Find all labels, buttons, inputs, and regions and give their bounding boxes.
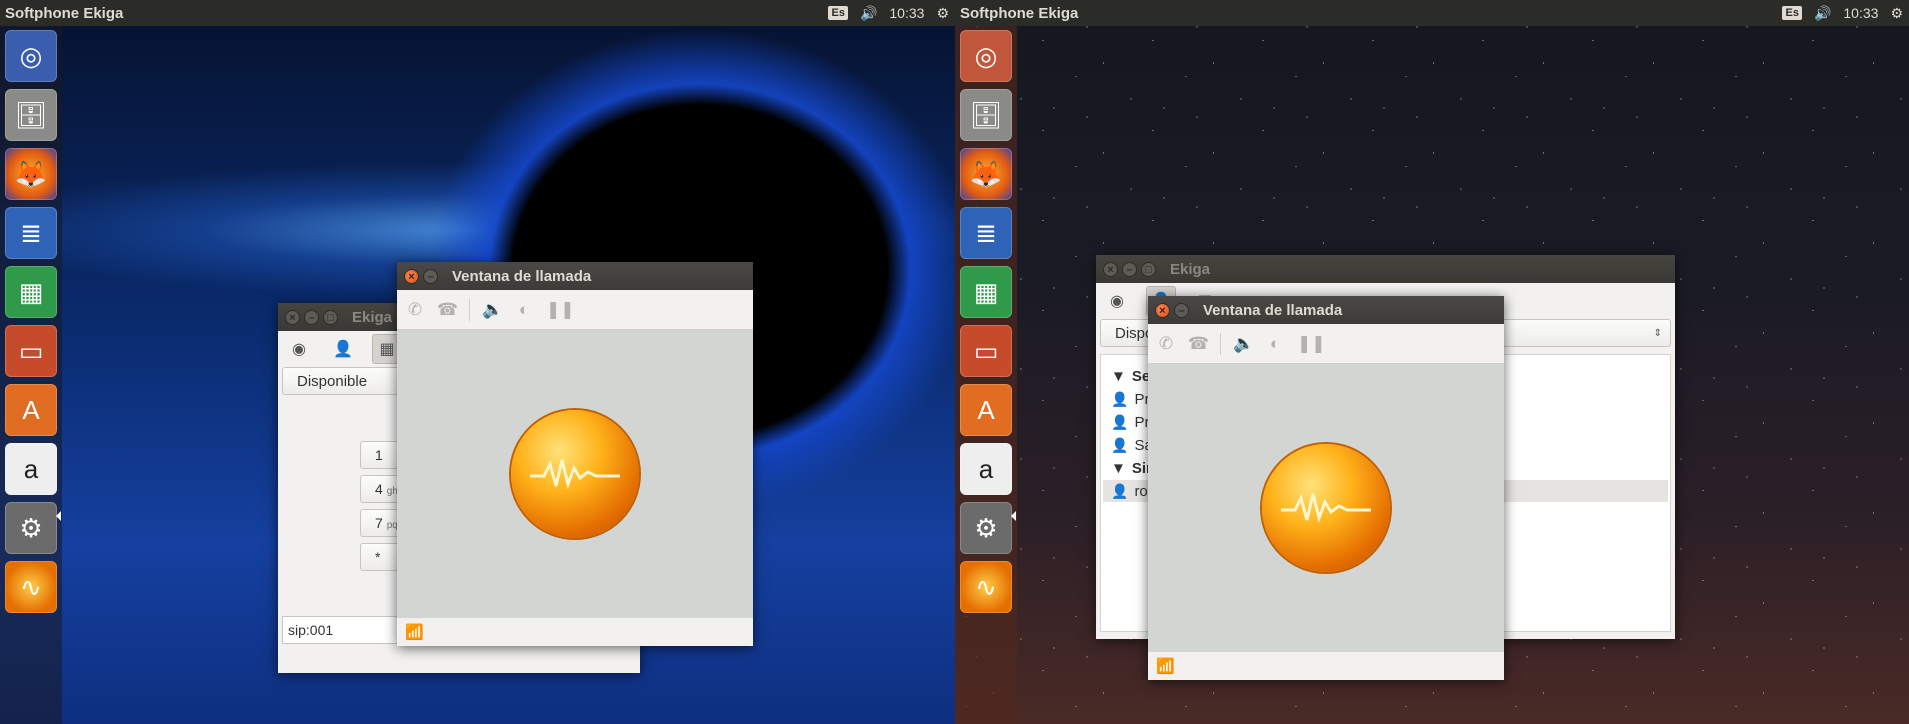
gear-icon[interactable]: ⚙: [1890, 5, 1903, 22]
volume-icon[interactable]: 🔊: [1814, 5, 1831, 22]
window-titlebar[interactable]: × – □ Ekiga: [1096, 255, 1675, 283]
system-settings-icon[interactable]: ⚙: [5, 502, 57, 554]
files-icon[interactable]: 🗄: [960, 89, 1012, 141]
clock[interactable]: 10:33: [1843, 5, 1878, 21]
calc-icon[interactable]: ▦: [960, 266, 1012, 318]
launcher: ◎ 🗄 🦊 ≣ ▦ ▭ A a ⚙ ∿: [955, 26, 1017, 724]
minimize-icon[interactable]: –: [1174, 302, 1189, 318]
webcam-icon[interactable]: ◉: [1102, 286, 1132, 316]
call-window: × – Ventana de llamada ✆ ☎ 🔈 ◐ ❚❚ 📶: [397, 262, 753, 646]
call-toolbar: ✆ ☎ 🔈 ◐ ❚❚: [1148, 324, 1504, 364]
hangup-icon[interactable]: ☎: [1188, 334, 1209, 354]
ekiga-logo-icon: [1262, 444, 1390, 572]
ekiga-logo-icon: [511, 410, 639, 538]
minimize-icon[interactable]: –: [423, 268, 438, 284]
impress-icon[interactable]: ▭: [5, 325, 57, 377]
close-icon[interactable]: ×: [285, 309, 300, 325]
system-tray: Es 🔊 10:33 ⚙: [1782, 5, 1909, 22]
app-title: Softphone Ekiga: [5, 4, 124, 22]
system-tray: Es 🔊 10:33 ⚙: [828, 5, 955, 22]
calc-icon[interactable]: ▦: [5, 266, 57, 318]
call-statusbar: 📶: [397, 618, 753, 646]
toolbar-separator: [1220, 332, 1221, 355]
roster-contact[interactable]: 👤 Sa: [1111, 434, 1153, 456]
pickup-icon[interactable]: ✆: [1156, 334, 1176, 354]
close-icon[interactable]: ×: [404, 268, 419, 284]
window-title: Ventana de llamada: [1203, 301, 1343, 319]
video-area: [1148, 364, 1504, 652]
signal-icon: 📶: [405, 624, 424, 641]
keyboard-indicator[interactable]: Es: [1782, 6, 1802, 20]
software-center-icon[interactable]: A: [960, 384, 1012, 436]
contacts-icon[interactable]: 👤: [328, 334, 358, 364]
hold-icon[interactable]: ❚❚: [1297, 334, 1326, 354]
firefox-icon[interactable]: 🦊: [5, 148, 57, 200]
amazon-icon[interactable]: a: [5, 443, 57, 495]
top-panel: Softphone Ekiga Es 🔊 10:33 ⚙: [0, 0, 955, 26]
hold-icon[interactable]: ❚❚: [546, 300, 575, 320]
clock[interactable]: 10:33: [889, 5, 924, 21]
signal-icon: 📶: [1156, 658, 1175, 675]
video-settings-icon[interactable]: ◐: [514, 300, 534, 320]
ekiga-launcher-icon[interactable]: ∿: [5, 561, 57, 613]
desktop-right: Softphone Ekiga Es 🔊 10:33 ⚙ ◎ 🗄 🦊 ≣ ▦ ▭…: [955, 0, 1909, 724]
pickup-icon[interactable]: ✆: [405, 300, 425, 320]
window-title: Ventana de llamada: [452, 267, 592, 285]
app-title: Softphone Ekiga: [960, 4, 1079, 22]
expander-icon[interactable]: ▼: [1111, 460, 1126, 477]
expander-icon[interactable]: ▼: [1111, 368, 1126, 385]
writer-icon[interactable]: ≣: [960, 207, 1012, 259]
webcam-icon[interactable]: ◉: [284, 334, 314, 364]
maximize-icon[interactable]: □: [323, 309, 338, 325]
active-indicator-icon: [56, 511, 61, 521]
call-statusbar: 📶: [1148, 652, 1504, 680]
maximize-icon[interactable]: □: [1141, 261, 1156, 277]
volume-icon[interactable]: 🔈: [482, 300, 503, 320]
top-panel: Softphone Ekiga Es 🔊 10:33 ⚙: [955, 0, 1909, 26]
system-settings-icon[interactable]: ⚙: [960, 502, 1012, 554]
launcher: ◎ 🗄 🦊 ≣ ▦ ▭ A a ⚙ ∿: [0, 26, 62, 724]
gear-icon[interactable]: ⚙: [936, 5, 949, 22]
impress-icon[interactable]: ▭: [960, 325, 1012, 377]
window-titlebar[interactable]: × – Ventana de llamada: [1148, 296, 1504, 324]
person-icon: 👤: [1111, 436, 1129, 453]
keyboard-indicator[interactable]: Es: [828, 6, 848, 20]
toolbar-separator: [469, 298, 470, 321]
call-toolbar: ✆ ☎ 🔈 ◐ ❚❚: [397, 290, 753, 330]
spinner-arrows-icon: ⇕: [1653, 327, 1662, 339]
writer-icon[interactable]: ≣: [5, 207, 57, 259]
video-settings-icon[interactable]: ◐: [1265, 334, 1285, 354]
ubuntu-dash-icon[interactable]: ◎: [960, 30, 1012, 82]
amazon-icon[interactable]: a: [960, 443, 1012, 495]
volume-icon[interactable]: 🔊: [860, 5, 877, 22]
ekiga-launcher-icon[interactable]: ∿: [960, 561, 1012, 613]
call-window: × – Ventana de llamada ✆ ☎ 🔈 ◐ ❚❚ 📶: [1148, 296, 1504, 680]
person-icon: 👤: [1111, 390, 1129, 407]
software-center-icon[interactable]: A: [5, 384, 57, 436]
close-icon[interactable]: ×: [1155, 302, 1170, 318]
firefox-icon[interactable]: 🦊: [960, 148, 1012, 200]
video-area: [397, 330, 753, 618]
close-icon[interactable]: ×: [1103, 261, 1118, 277]
hangup-icon[interactable]: ☎: [437, 300, 458, 320]
window-title: Ekiga: [1170, 260, 1211, 278]
desktop-left: Softphone Ekiga Es 🔊 10:33 ⚙ ◎ 🗄 🦊 ≣ ▦ ▭…: [0, 0, 955, 724]
person-icon: 👤: [1111, 413, 1129, 430]
person-icon: 👤: [1111, 482, 1129, 499]
window-titlebar[interactable]: × – Ventana de llamada: [397, 262, 753, 290]
ubuntu-dash-icon[interactable]: ◎: [5, 30, 57, 82]
minimize-icon[interactable]: –: [304, 309, 319, 325]
minimize-icon[interactable]: –: [1122, 261, 1137, 277]
volume-icon[interactable]: 🔈: [1233, 334, 1254, 354]
window-title: Ekiga: [352, 308, 393, 326]
active-indicator-icon: [1011, 511, 1016, 521]
files-icon[interactable]: 🗄: [5, 89, 57, 141]
